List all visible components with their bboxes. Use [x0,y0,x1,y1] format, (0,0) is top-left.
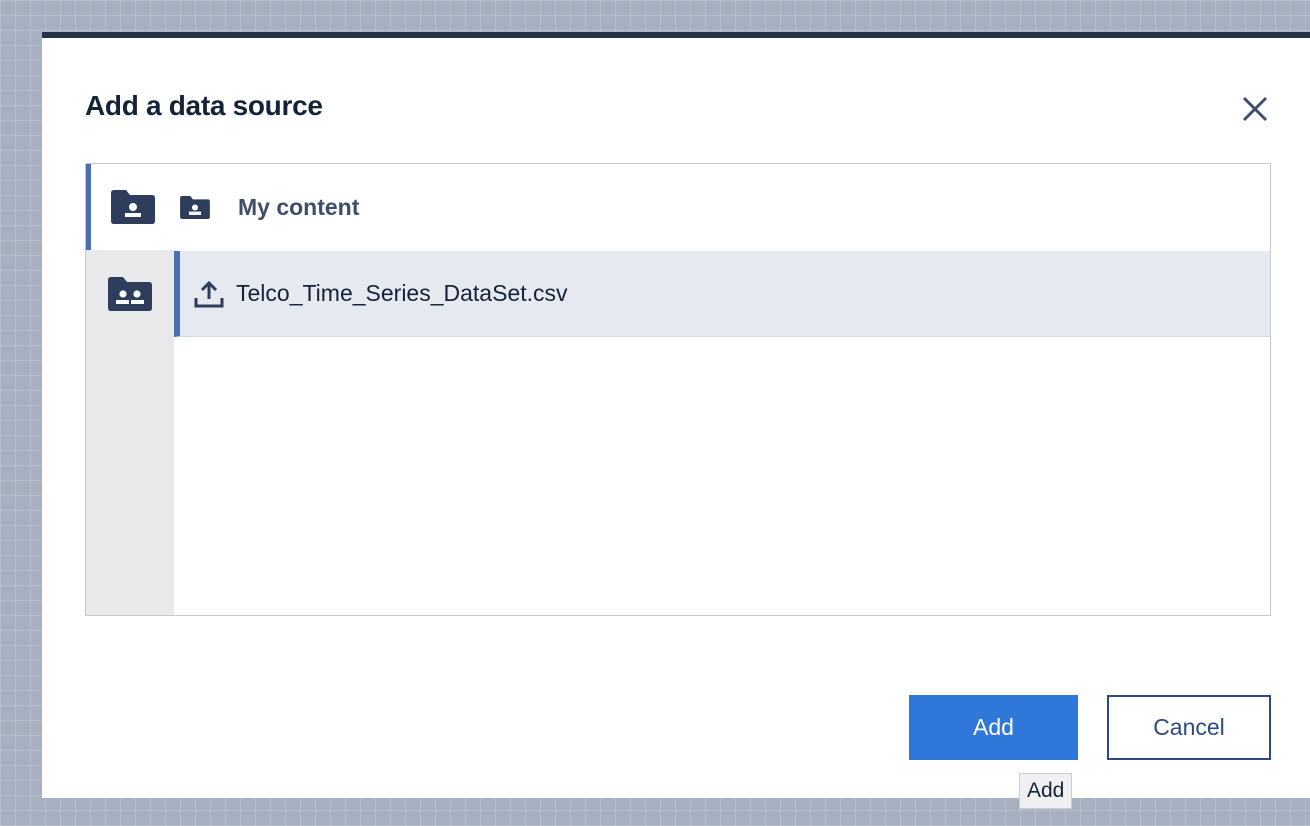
source-category-rail [86,164,174,615]
file-name: Telco_Time_Series_DataSet.csv [236,280,568,306]
add-button[interactable]: Add [909,695,1078,760]
close-icon [1242,96,1268,122]
cancel-button[interactable]: Cancel [1107,695,1271,760]
close-button[interactable] [1238,92,1272,126]
data-source-browser: My content Telco_Time_Series_DataSet.csv [85,163,1271,616]
my-content-folder-icon [110,190,155,224]
rail-item-team-content[interactable] [86,251,174,337]
folder-label: My content [238,193,360,220]
file-list-item[interactable]: Telco_Time_Series_DataSet.csv [174,251,1270,337]
rail-item-my-content[interactable] [86,164,174,250]
folder-header: My content [174,164,1226,250]
add-button-tooltip: Add [1019,773,1073,809]
add-data-source-dialog: Add a data source My content Telco_Time_… [42,32,1310,798]
team-content-folder-icon [108,277,152,311]
dialog-title: Add a data source [85,90,323,121]
upload-icon [194,279,224,309]
my-content-folder-icon [180,195,210,219]
